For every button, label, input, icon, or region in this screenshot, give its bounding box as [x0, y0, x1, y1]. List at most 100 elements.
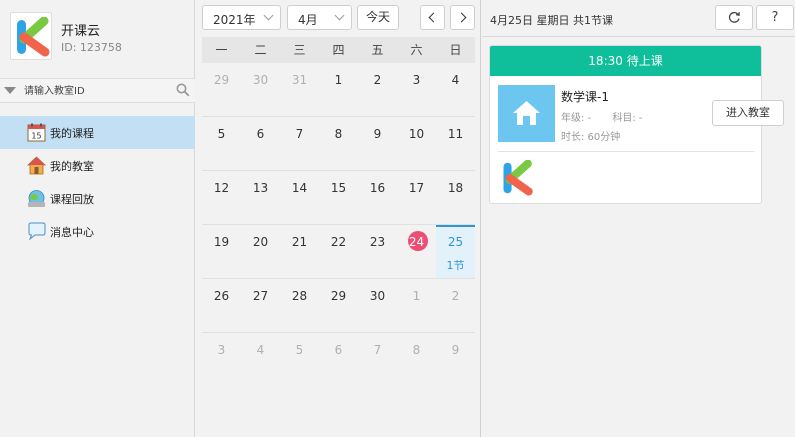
classroom-id-input[interactable]: [24, 82, 172, 100]
weekday-label: 四: [332, 43, 345, 57]
calendar-day[interactable]: 2: [436, 279, 475, 332]
sidebar-item-message-center[interactable]: 消息中心: [0, 215, 195, 248]
day-number: 24: [408, 235, 425, 249]
selected-date-title: 4月25日 星期日 共1节课: [490, 14, 613, 27]
calendar-day[interactable]: 5: [202, 117, 241, 170]
calendar-day[interactable]: 1: [397, 279, 436, 332]
sidebar: 开课云 ID: 123758 15 我的课程: [0, 0, 195, 437]
calendar-day[interactable]: 13: [241, 171, 280, 224]
calendar-day[interactable]: 27: [241, 279, 280, 332]
chevron-left-icon: [428, 12, 439, 23]
calendar-day[interactable]: 21: [280, 225, 319, 278]
calendar-day-today[interactable]: 24: [397, 225, 436, 278]
app-name: 开课云: [61, 24, 101, 39]
day-number: 7: [295, 127, 304, 141]
calendar-day[interactable]: 1: [319, 63, 358, 116]
day-number: 25: [447, 235, 464, 249]
day-number: 8: [412, 343, 421, 357]
sidebar-item-my-courses[interactable]: 15 我的课程: [0, 116, 195, 149]
calendar-day[interactable]: 16: [358, 171, 397, 224]
calendar-day[interactable]: 29: [202, 63, 241, 116]
chevron-down-icon: [263, 10, 274, 21]
course-duration: 时长: 60分钟: [561, 132, 621, 143]
calendar-day-selected[interactable]: 25 1节: [436, 225, 475, 278]
day-number: 19: [213, 235, 230, 249]
house-icon: [27, 156, 46, 175]
calendar-day[interactable]: 5: [280, 333, 319, 387]
day-number: 5: [217, 127, 226, 141]
calendar-day[interactable]: 14: [280, 171, 319, 224]
day-number: 6: [256, 127, 265, 141]
lesson-count-badge: 1节: [446, 259, 465, 272]
day-number: 1: [334, 73, 343, 87]
lesson-time-status: 18:30 待上课: [490, 46, 761, 76]
month-select[interactable]: 4月: [287, 5, 352, 30]
calendar-day[interactable]: 4: [241, 333, 280, 387]
message-icon: [28, 222, 46, 241]
calendar-day[interactable]: 18: [436, 171, 475, 224]
calendar-day[interactable]: 19: [202, 225, 241, 278]
calendar-day[interactable]: 12: [202, 171, 241, 224]
course-meta: 年级: - 科目: -: [561, 109, 661, 124]
calendar-day[interactable]: 8: [397, 333, 436, 387]
sidebar-item-course-playback[interactable]: 课程回放: [0, 182, 195, 215]
calendar-day[interactable]: 30: [358, 279, 397, 332]
calendar-day[interactable]: 8: [319, 117, 358, 170]
refresh-icon: [728, 11, 740, 23]
calendar-day[interactable]: 20: [241, 225, 280, 278]
calendar-week: 19 20 21 22 23 24 25 1节: [202, 225, 475, 279]
day-number: 23: [369, 235, 386, 249]
day-number: 29: [213, 73, 230, 87]
calendar-day[interactable]: 22: [319, 225, 358, 278]
day-number: 10: [408, 127, 425, 141]
sidebar-item-my-classroom[interactable]: 我的教室: [0, 149, 195, 182]
day-number: 29: [330, 289, 347, 303]
home-icon: [513, 101, 540, 125]
profile-header: 开课云 ID: 123758: [0, 0, 194, 76]
day-number: 15: [330, 181, 347, 195]
calendar-toolbar: 2021年 4月 今天: [196, 0, 480, 37]
calendar-day[interactable]: 9: [358, 117, 397, 170]
day-number: 1: [412, 289, 421, 303]
previous-month-button[interactable]: [420, 5, 445, 30]
calendar-day[interactable]: 6: [241, 117, 280, 170]
weekday-header: 一 二 三 四 五 六 日: [202, 37, 475, 63]
day-number: 27: [252, 289, 269, 303]
calendar-day[interactable]: 7: [358, 333, 397, 387]
calendar-day[interactable]: 7: [280, 117, 319, 170]
help-button[interactable]: ?: [756, 5, 794, 30]
next-month-button[interactable]: [450, 5, 475, 30]
calendar-day[interactable]: 3: [202, 333, 241, 387]
playback-icon: [28, 190, 45, 207]
refresh-button[interactable]: [715, 5, 753, 30]
calendar-day[interactable]: 28: [280, 279, 319, 332]
day-number: 14: [291, 181, 308, 195]
course-subject: 科目: -: [612, 113, 643, 124]
calendar-day[interactable]: 2: [358, 63, 397, 116]
calendar-day[interactable]: 10: [397, 117, 436, 170]
calendar-day[interactable]: 30: [241, 63, 280, 116]
calendar-day[interactable]: 29: [319, 279, 358, 332]
calendar-day[interactable]: 4: [436, 63, 475, 116]
weekday-label: 五: [371, 43, 384, 57]
year-select[interactable]: 2021年: [202, 5, 281, 30]
search-icon[interactable]: [176, 83, 190, 97]
sidebar-item-label: 我的课程: [50, 127, 94, 140]
calendar-day[interactable]: 15: [319, 171, 358, 224]
calendar-day[interactable]: 26: [202, 279, 241, 332]
dropdown-caret-icon[interactable]: [4, 87, 16, 94]
calendar-day[interactable]: 31: [280, 63, 319, 116]
calendar-day[interactable]: 9: [436, 333, 475, 387]
day-number: 22: [330, 235, 347, 249]
calendar-day[interactable]: 23: [358, 225, 397, 278]
classroom-search: [0, 78, 195, 103]
calendar-day[interactable]: 11: [436, 117, 475, 170]
day-number: 18: [447, 181, 464, 195]
calendar-day[interactable]: 3: [397, 63, 436, 116]
enter-classroom-button[interactable]: 进入教室: [712, 100, 784, 126]
day-number: 17: [408, 181, 425, 195]
today-button[interactable]: 今天: [357, 5, 399, 30]
course-name: 数学课-1: [561, 90, 609, 104]
calendar-day[interactable]: 6: [319, 333, 358, 387]
calendar-day[interactable]: 17: [397, 171, 436, 224]
